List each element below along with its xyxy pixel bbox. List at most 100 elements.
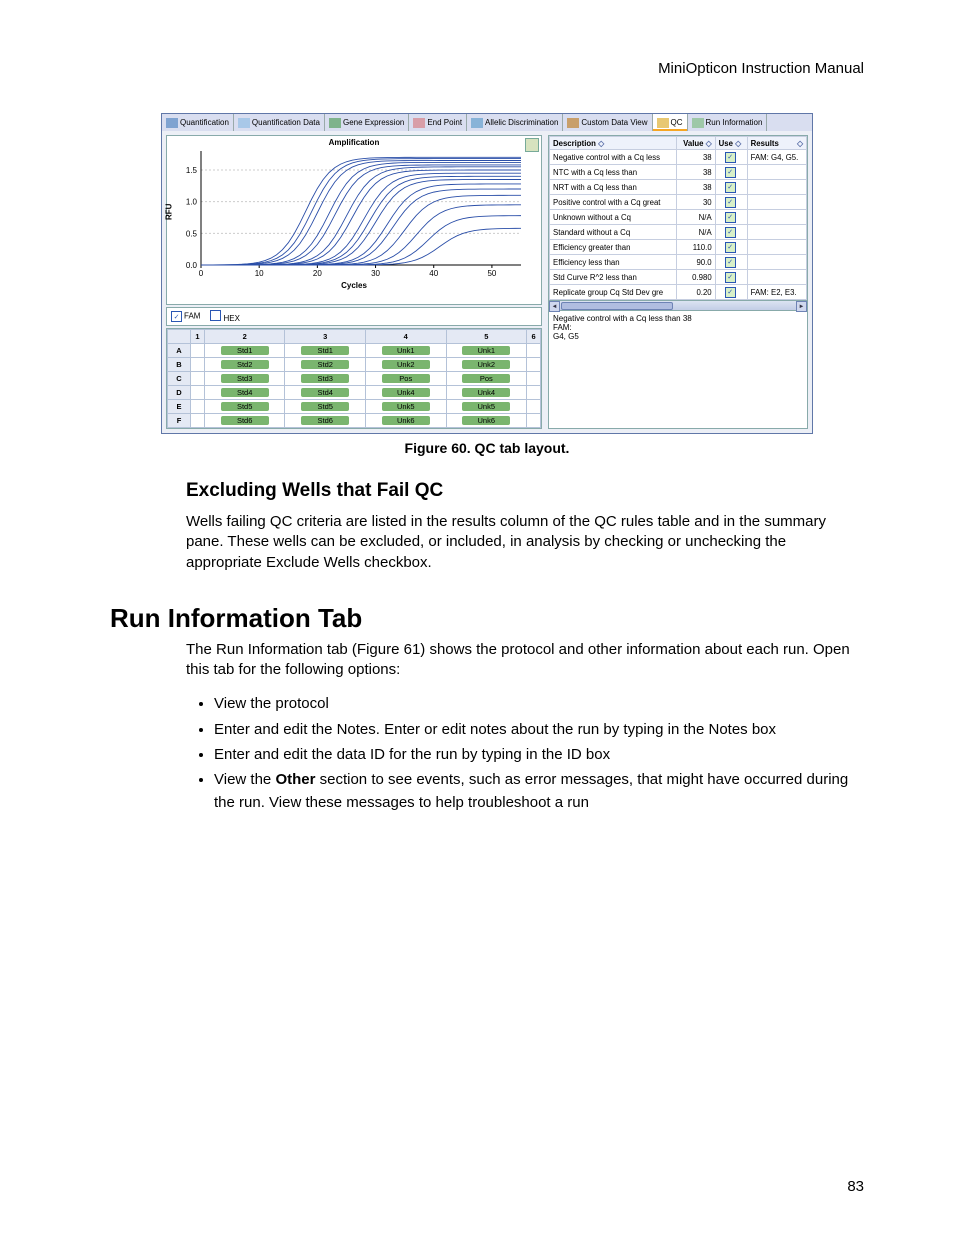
qc-col-results[interactable]: Results ◇	[747, 137, 806, 150]
plate-well[interactable]	[527, 358, 541, 372]
plate-well[interactable]: Unk4	[365, 386, 446, 400]
tab-end-point[interactable]: End Point	[409, 114, 467, 131]
scroll-right-icon[interactable]: ►	[796, 301, 807, 312]
checkbox-icon[interactable]	[725, 197, 736, 208]
plate-well[interactable]: Std3	[285, 372, 366, 386]
tab-quantification[interactable]: Quantification	[162, 114, 234, 131]
plate-well[interactable]: Std6	[204, 414, 285, 428]
tab-icon	[471, 118, 483, 128]
tab-custom-data-view[interactable]: Custom Data View	[563, 114, 652, 131]
tab-icon	[413, 118, 425, 128]
plate-well[interactable]	[527, 372, 541, 386]
plate-well[interactable]: Unk1	[446, 344, 527, 358]
plate-well[interactable]	[527, 386, 541, 400]
plate-well[interactable]: Std6	[285, 414, 366, 428]
plate-well[interactable]: Std4	[285, 386, 366, 400]
plate-well[interactable]: Std5	[285, 400, 366, 414]
svg-text:1.0: 1.0	[186, 198, 198, 207]
plate-well[interactable]: Unk6	[365, 414, 446, 428]
checkbox-icon[interactable]	[725, 272, 736, 283]
legend-hex[interactable]: HEX	[210, 310, 239, 323]
qc-summary-wells: G4, G5	[553, 332, 803, 341]
qc-rule-row: NRT with a Cq less than38	[550, 180, 807, 195]
settings-icon[interactable]	[525, 138, 539, 152]
qc-rule-row: Std Curve R^2 less than0.980	[550, 270, 807, 285]
plate-well[interactable]: Unk5	[365, 400, 446, 414]
tab-icon	[166, 118, 178, 128]
scroll-thumb[interactable]	[561, 302, 673, 310]
tab-icon	[657, 118, 669, 128]
qc-col-description[interactable]: Description ◇	[550, 137, 677, 150]
plate-well[interactable]: Unk2	[365, 358, 446, 372]
plate-row-header: B	[168, 358, 191, 372]
plate-well[interactable]: Unk5	[446, 400, 527, 414]
excluding-paragraph: Wells failing QC criteria are listed in …	[186, 512, 864, 573]
checkbox-icon[interactable]	[725, 182, 736, 193]
qc-col-value[interactable]: Value ◇	[677, 137, 716, 150]
qc-scrollbar[interactable]: ◄ ►	[549, 300, 807, 310]
plate-well[interactable]: Std2	[204, 358, 285, 372]
plate-well[interactable]	[191, 386, 205, 400]
page-number: 83	[847, 1178, 864, 1195]
legend-fam[interactable]: FAM	[171, 311, 200, 322]
plate-well[interactable]: Unk1	[365, 344, 446, 358]
qc-rule-row: Standard without a CqN/A	[550, 225, 807, 240]
qc-rule-row: NTC with a Cq less than38	[550, 165, 807, 180]
scroll-left-icon[interactable]: ◄	[549, 301, 560, 312]
plate-well[interactable]	[191, 344, 205, 358]
x-axis-label: Cycles	[167, 281, 541, 290]
svg-text:1.5: 1.5	[186, 166, 198, 175]
plate-col-header: 2	[204, 330, 285, 344]
plate-well[interactable]: Unk4	[446, 386, 527, 400]
plate-well[interactable]: Unk6	[446, 414, 527, 428]
checkbox-icon[interactable]	[210, 310, 221, 321]
figure-caption: Figure 60. QC tab layout.	[110, 440, 864, 456]
plate-well[interactable]: Pos	[365, 372, 446, 386]
checkbox-icon[interactable]	[725, 257, 736, 268]
plate-well[interactable]	[191, 358, 205, 372]
plate-well[interactable]: Std2	[285, 358, 366, 372]
run-info-bullet-list: View the protocolEnter and edit the Note…	[214, 692, 864, 814]
checkbox-icon[interactable]	[725, 167, 736, 178]
tab-quantification-data[interactable]: Quantification Data	[234, 114, 325, 131]
plate-well[interactable]: Std4	[204, 386, 285, 400]
tab-allelic-discrimination[interactable]: Allelic Discrimination	[467, 114, 563, 131]
plate-well[interactable]: Unk2	[446, 358, 527, 372]
plate-well[interactable]	[527, 400, 541, 414]
plate-row-header: A	[168, 344, 191, 358]
tab-run-information[interactable]: Run Information	[688, 114, 768, 131]
checkbox-icon[interactable]	[171, 311, 182, 322]
tab-gene-expression[interactable]: Gene Expression	[325, 114, 409, 131]
plate-well[interactable]: Std1	[285, 344, 366, 358]
qc-rule-row: Efficiency less than90.0	[550, 255, 807, 270]
checkbox-icon[interactable]	[725, 212, 736, 223]
plate-row-header: F	[168, 414, 191, 428]
qc-panel: Description ◇Value ◇Use ◇Results ◇Negati…	[548, 135, 808, 429]
plate-col-header: 3	[285, 330, 366, 344]
plate-well[interactable]: Std5	[204, 400, 285, 414]
plate-well[interactable]	[527, 414, 541, 428]
checkbox-icon[interactable]	[725, 152, 736, 163]
run-info-intro: The Run Information tab (Figure 61) show…	[186, 640, 864, 681]
plate-well[interactable]	[191, 400, 205, 414]
plate-row-header: C	[168, 372, 191, 386]
plate-well[interactable]: Std3	[204, 372, 285, 386]
plate-well[interactable]: Std1	[204, 344, 285, 358]
plate-well[interactable]: Pos	[446, 372, 527, 386]
qc-rule-row: Replicate group Cq Std Dev gre0.20FAM: E…	[550, 285, 807, 300]
plate-well[interactable]	[527, 344, 541, 358]
checkbox-icon[interactable]	[725, 242, 736, 253]
amplification-chart: Amplification RFU 0.00.51.01.50102030405…	[166, 135, 542, 305]
svg-text:0.5: 0.5	[186, 229, 198, 238]
svg-text:40: 40	[429, 269, 438, 278]
qc-col-use[interactable]: Use ◇	[715, 137, 747, 150]
plate-well[interactable]	[191, 372, 205, 386]
plate-well[interactable]	[191, 414, 205, 428]
qc-rule-row: Unknown without a CqN/A	[550, 210, 807, 225]
tab-qc[interactable]: QC	[653, 114, 688, 131]
checkbox-icon[interactable]	[725, 227, 736, 238]
list-item: Enter and edit the data ID for the run b…	[214, 743, 864, 766]
qc-summary-fluor: FAM:	[553, 323, 803, 332]
checkbox-icon[interactable]	[725, 287, 736, 298]
plate-col-header: 5	[446, 330, 527, 344]
